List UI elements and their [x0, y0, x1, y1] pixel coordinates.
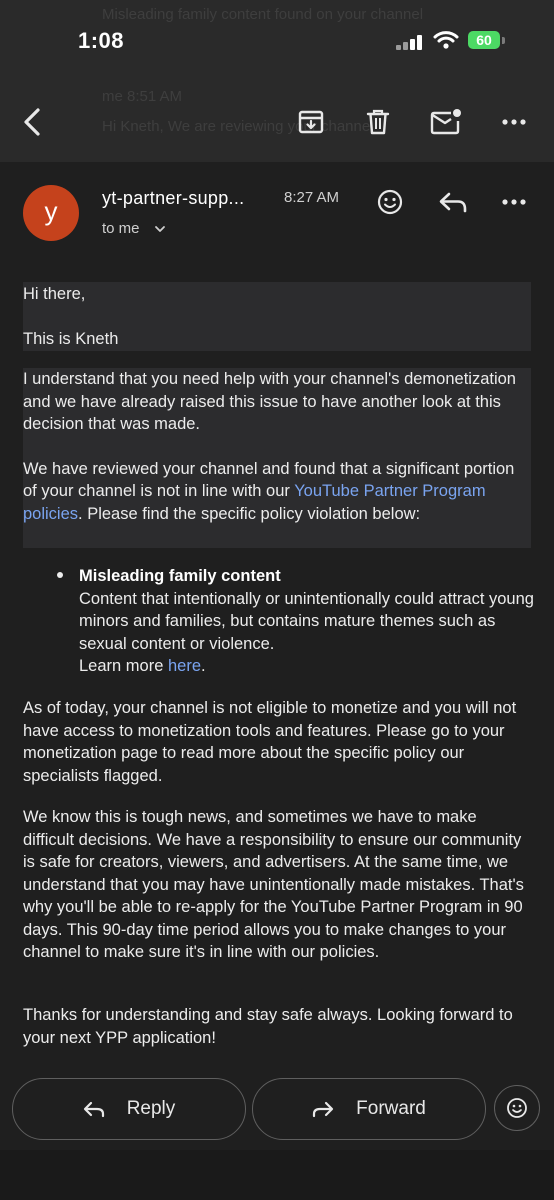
learn-more-link[interactable]: here [168, 657, 201, 675]
more-options-button[interactable] [494, 102, 534, 142]
background-notification-line3: Hi Kneth, We are reviewing your channel [102, 118, 374, 135]
battery-icon: 60 [468, 31, 500, 49]
greeting-block: Hi there, This is Kneth [23, 282, 531, 351]
delete-button[interactable] [358, 102, 398, 142]
paragraph-2: We have reviewed your channel and found … [23, 458, 531, 526]
status-bar: Misleading family content found on your … [0, 0, 554, 82]
archive-icon [298, 110, 324, 134]
learn-more-line: Learn more here. [79, 655, 534, 678]
message-more-button[interactable] [494, 182, 534, 222]
reply-icon-button[interactable] [433, 182, 473, 222]
trash-icon [366, 109, 390, 135]
avatar[interactable]: y [23, 185, 79, 241]
reply-button[interactable]: Reply [12, 1078, 246, 1140]
smiley-icon [507, 1098, 527, 1118]
more-horizontal-icon [502, 119, 526, 125]
smiley-icon [377, 189, 403, 215]
paragraph-3: As of today, your channel is not eligibl… [23, 699, 517, 785]
paragraph-2-end: . Please find the specific policy violat… [78, 504, 421, 523]
bullet-dot [57, 572, 63, 578]
forward-button[interactable]: Forward [252, 1078, 486, 1140]
mail-unread-icon [430, 109, 461, 135]
archive-button[interactable] [291, 102, 331, 142]
paragraph-4: We know this is tough news, and sometime… [23, 808, 524, 961]
wifi-icon [433, 30, 459, 55]
mark-unread-button[interactable] [426, 102, 466, 142]
intro-text: This is Kneth [23, 329, 119, 348]
forward-icon [313, 1101, 334, 1118]
violation-title: Misleading family content [79, 567, 281, 585]
battery-tip [502, 37, 505, 44]
background-notification-line2: me 8:51 AM [102, 88, 183, 105]
signal-icon [396, 34, 426, 50]
emoji-reaction-button[interactable] [494, 1085, 540, 1131]
status-time: 1:08 [78, 28, 125, 53]
explanation-block: I understand that you need help with you… [23, 368, 531, 548]
reply-label: Reply [126, 1098, 176, 1119]
reply-icon [439, 192, 467, 213]
paragraph-1: I understand that you need help with you… [23, 370, 516, 433]
greeting-text: Hi there, [23, 285, 86, 303]
violation-item: Misleading family content Content that i… [79, 565, 534, 678]
reply-icon [83, 1101, 104, 1118]
learn-more-period: . [201, 657, 206, 675]
learn-more-text: Learn more [79, 657, 168, 675]
email-time: 8:27 AM [284, 189, 340, 206]
bottom-safe-area [0, 1150, 554, 1200]
sender-name: yt-partner-supp... [102, 188, 245, 208]
paragraph-5: Thanks for understanding and stay safe a… [23, 1006, 513, 1047]
recipient-toggle[interactable]: to me [102, 220, 166, 237]
arrow-left-icon [24, 108, 40, 136]
toolbar: me 8:51 AM Hi Kneth, We are reviewing yo… [0, 82, 554, 162]
back-button[interactable] [12, 102, 52, 142]
more-horizontal-icon [502, 199, 526, 205]
background-notification-line1: Misleading family content found on your … [102, 6, 424, 23]
forward-label: Forward [356, 1098, 426, 1119]
violation-description: Content that intentionally or unintentio… [79, 589, 534, 653]
recipient-label: to me [102, 220, 140, 237]
chevron-down-icon [154, 226, 165, 232]
react-button[interactable] [370, 182, 410, 222]
